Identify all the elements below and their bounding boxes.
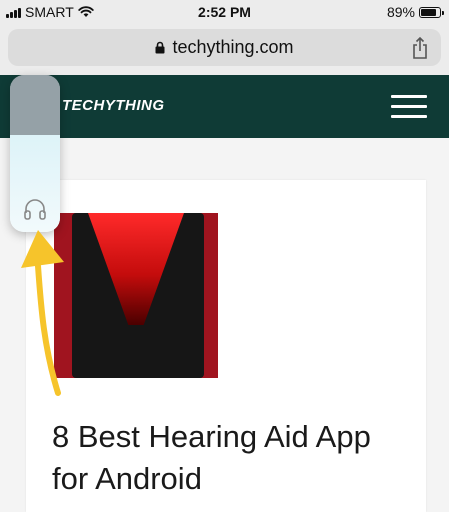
- article-card[interactable]: 8 Best Hearing Aid App for Android: [26, 180, 426, 512]
- battery-info: 89%: [386, 4, 444, 20]
- url-text: techything.com: [172, 37, 294, 57]
- url-display[interactable]: techything.com: [8, 29, 441, 66]
- site-header: TECHYTHING: [0, 75, 449, 138]
- battery-icon: [419, 6, 444, 18]
- battery-percent: 89%: [386, 4, 415, 20]
- annotation-arrow: [21, 230, 64, 396]
- hamburger-menu-icon[interactable]: [391, 95, 427, 119]
- volume-slider[interactable]: [10, 75, 60, 232]
- headphone-icon: [24, 199, 46, 220]
- lock-icon: [155, 41, 165, 54]
- slider-track-empty: [10, 75, 60, 135]
- article-thumbnail[interactable]: [54, 213, 218, 378]
- status-time: 2:52 PM: [198, 4, 251, 20]
- article-title[interactable]: 8 Best Hearing Aid App for Android: [52, 416, 412, 500]
- share-icon[interactable]: [409, 36, 431, 60]
- status-bar: SMART 2:52 PM 89%: [0, 0, 449, 24]
- site-logo[interactable]: TECHYTHING: [62, 97, 165, 114]
- address-bar[interactable]: techything.com: [8, 29, 441, 66]
